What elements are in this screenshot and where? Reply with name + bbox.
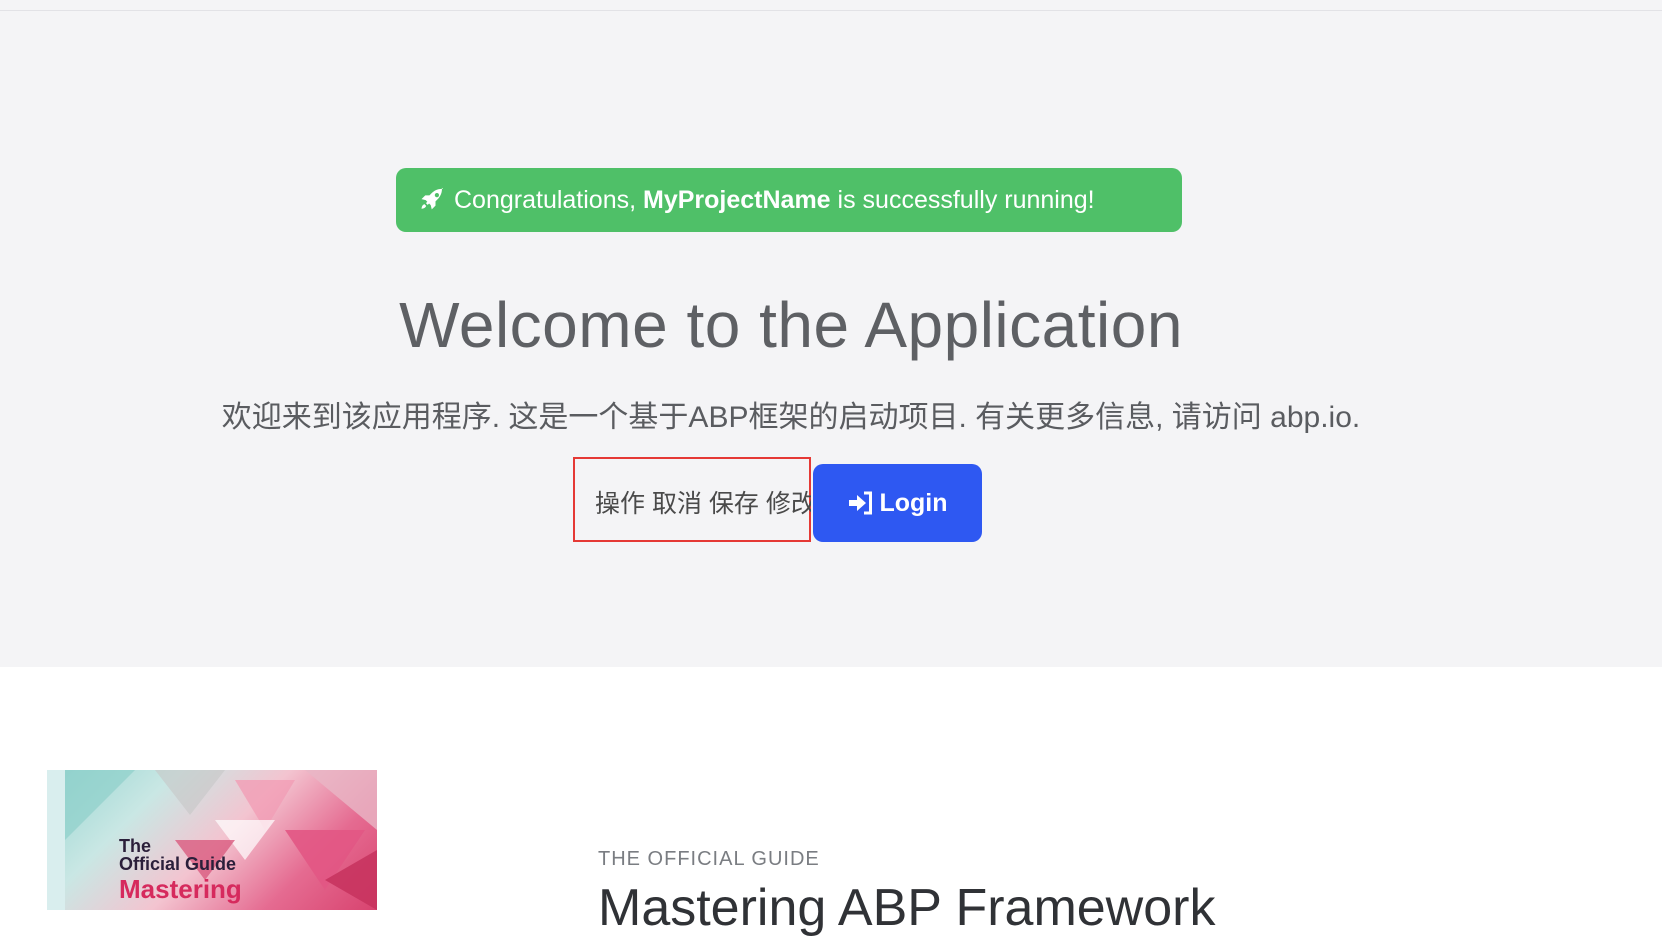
book-cover-image: The Official Guide Mastering (47, 770, 377, 910)
guide-title: Mastering ABP Framework (598, 879, 1216, 937)
page-subtitle: 欢迎来到该应用程序. 这是一个基于ABP框架的启动项目. 有关更多信息, 请访问… (221, 401, 1361, 434)
login-label: Login (879, 488, 948, 517)
book-spine (47, 770, 66, 910)
login-button[interactable]: Login (813, 464, 982, 542)
sign-in-icon (847, 490, 875, 516)
alert-prefix: Congratulations, (454, 185, 637, 214)
project-name: MyProjectName (643, 185, 831, 214)
guide-eyebrow: THE OFFICIAL GUIDE (598, 848, 820, 870)
alert-suffix: is successfully running! (837, 185, 1095, 214)
rocket-icon (418, 186, 446, 214)
book-text-official-guide: Official Guide (119, 854, 237, 874)
success-alert: Congratulations, MyProjectName is succes… (396, 168, 1182, 232)
top-bar (0, 0, 1662, 11)
actions-text: 操作 取消 保存 修改 (595, 490, 811, 518)
page-title: Welcome to the Application (399, 289, 1183, 361)
book-text-mastering: Mastering (119, 874, 242, 904)
